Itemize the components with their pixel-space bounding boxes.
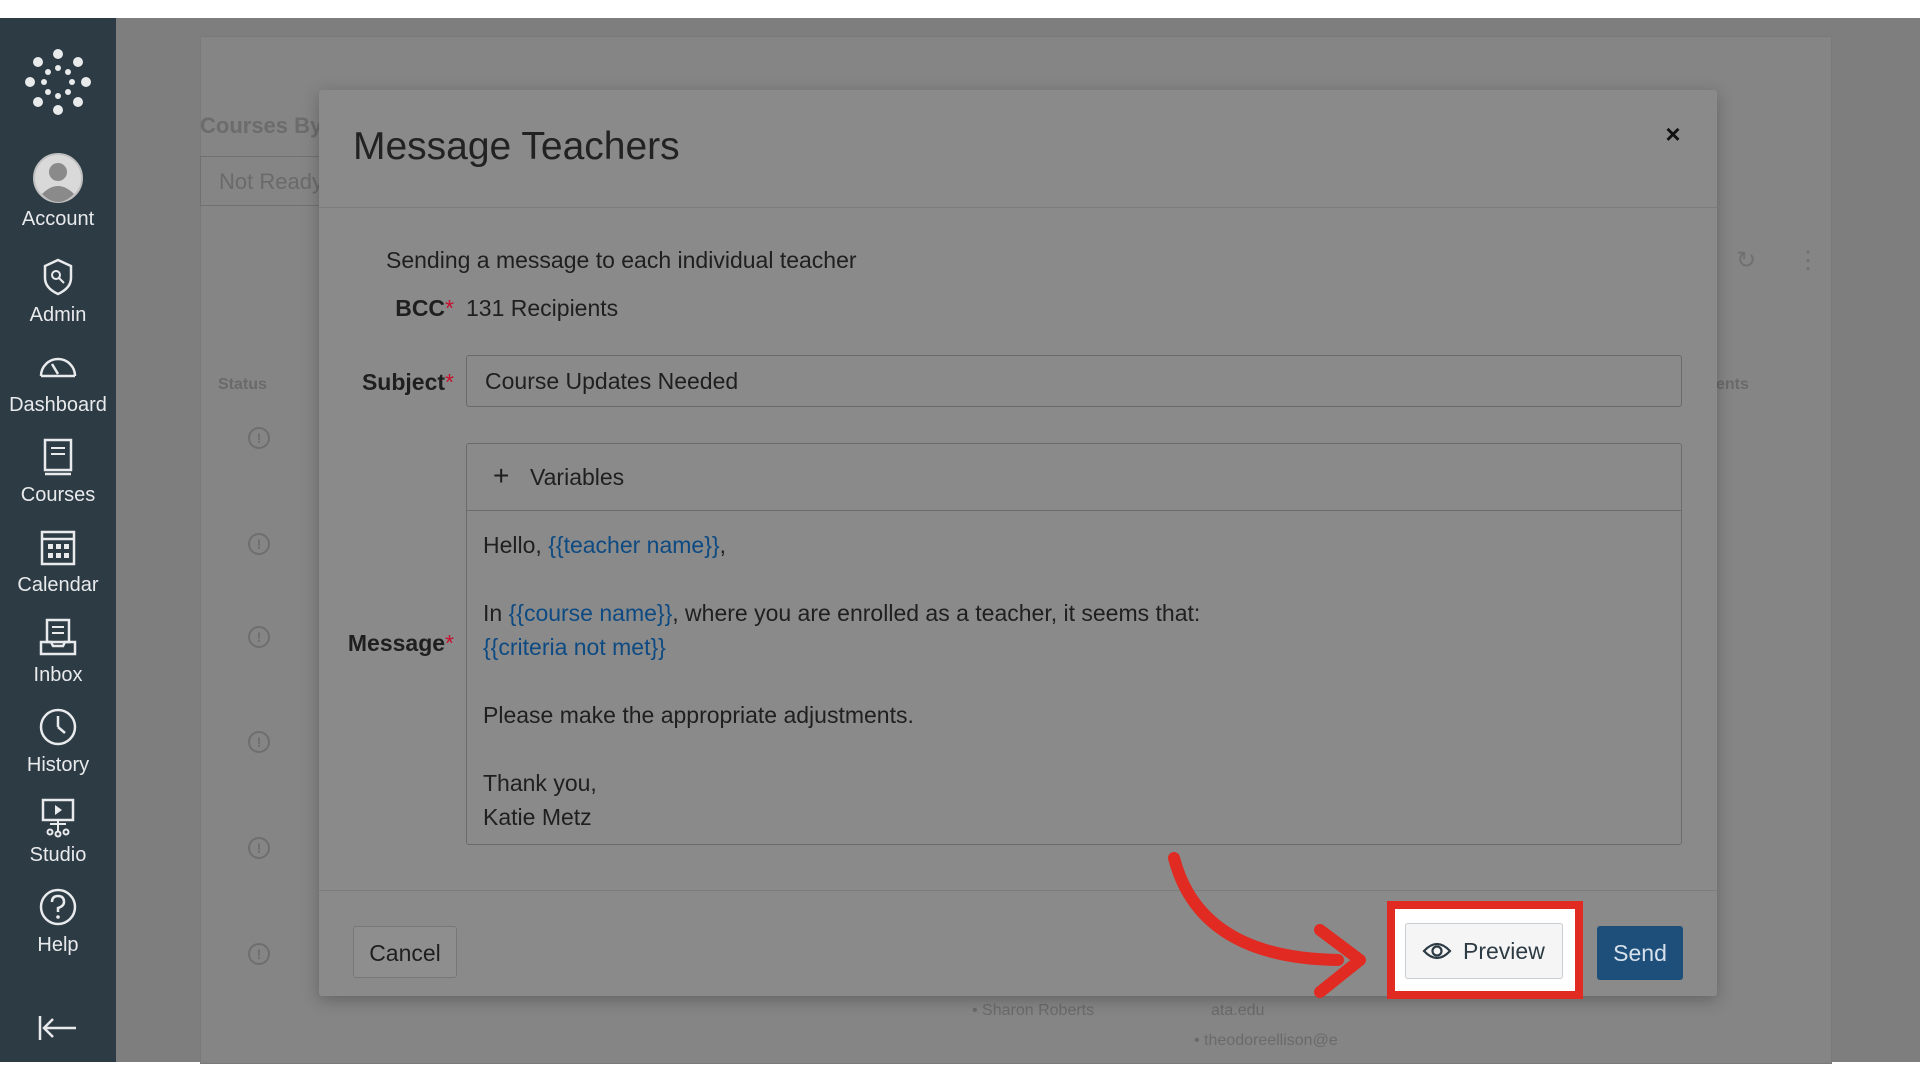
nav-label: Dashboard xyxy=(9,394,107,416)
eye-icon xyxy=(1422,942,1452,960)
message-label: Message* xyxy=(347,630,454,656)
nav-label: History xyxy=(26,754,90,776)
collapse-nav-icon[interactable] xyxy=(36,1013,80,1043)
nav-label: Courses xyxy=(20,484,96,506)
teacher-name-variable: {{teacher name}} xyxy=(548,532,720,558)
bcc-label: BCC* xyxy=(395,295,454,321)
admin-icon xyxy=(43,258,73,296)
variables-button[interactable]: Variables xyxy=(530,464,624,491)
nav-item-inbox[interactable]: Inbox xyxy=(0,614,116,687)
close-button[interactable]: × xyxy=(1657,118,1689,150)
calendar-icon xyxy=(40,530,76,566)
plus-icon: + xyxy=(493,460,510,491)
message-line: In {{course name}}, where you are enroll… xyxy=(483,600,1201,626)
send-button[interactable]: Send xyxy=(1597,926,1683,980)
nav-item-help[interactable]: Help xyxy=(0,884,116,957)
message-line: Thank you, xyxy=(483,770,597,796)
nav-item-studio[interactable]: Studio xyxy=(0,794,116,867)
bcc-recipients: 131 Recipients xyxy=(466,295,619,321)
background-title: Courses By xyxy=(200,113,323,138)
status-column-header: Status xyxy=(218,376,267,393)
nav-item-dashboard[interactable]: Dashboard xyxy=(0,344,116,417)
cancel-button[interactable]: Cancel xyxy=(353,926,457,978)
warning-icon: ! xyxy=(248,427,270,449)
nav-item-courses[interactable]: Courses xyxy=(0,434,116,507)
account-icon xyxy=(33,153,83,203)
nav-label: Admin xyxy=(29,304,87,326)
inbox-icon xyxy=(39,618,77,656)
nav-label: Help xyxy=(37,934,79,956)
annotation-arrow-icon xyxy=(1168,852,1366,998)
message-teachers-modal: Message Teachers × Sending a message to … xyxy=(319,90,1717,996)
intro-text: Sending a message to each individual tea… xyxy=(386,247,857,273)
nav-item-calendar[interactable]: Calendar xyxy=(0,524,116,597)
global-nav: Account Admin Dashboard Courses Calendar… xyxy=(0,18,116,1062)
variables-toolbar[interactable]: + Variables xyxy=(467,444,1681,511)
list-item: • theodoreellison@e xyxy=(1194,1032,1338,1049)
warning-icon: ! xyxy=(248,837,270,859)
column-header-partial: ents xyxy=(1716,376,1749,393)
more-icon: ⋮ xyxy=(1796,247,1820,274)
canvas-logo-icon[interactable] xyxy=(22,46,94,118)
message-body[interactable]: Hello, {{teacher name}}, In {{course nam… xyxy=(483,528,1200,834)
warning-icon: ! xyxy=(248,943,270,965)
message-line: Katie Metz xyxy=(483,804,592,830)
preview-button[interactable]: Preview xyxy=(1405,923,1563,979)
warning-icon: ! xyxy=(248,533,270,555)
courses-icon xyxy=(43,438,73,476)
nav-item-history[interactable]: History xyxy=(0,704,116,777)
nav-item-admin[interactable]: Admin xyxy=(0,254,116,327)
nav-label: Calendar xyxy=(17,574,99,596)
app-frame: Account Admin Dashboard Courses Calendar… xyxy=(0,18,1920,1064)
modal-title: Message Teachers xyxy=(353,125,680,168)
studio-icon xyxy=(41,798,75,838)
help-icon xyxy=(39,888,77,926)
preview-label: Preview xyxy=(1463,938,1545,964)
criteria-variable: {{criteria not met}} xyxy=(483,634,666,660)
message-line: Please make the appropriate adjustments. xyxy=(483,702,914,728)
nav-label: Inbox xyxy=(33,664,83,686)
dashboard-icon xyxy=(39,357,77,378)
warning-icon: ! xyxy=(248,731,270,753)
message-editor[interactable]: + Variables Hello, {{teacher name}}, In … xyxy=(466,443,1682,845)
course-name-variable: {{course name}} xyxy=(508,600,673,626)
subject-input[interactable]: Course Updates Needed xyxy=(466,355,1682,407)
refresh-icon: ↻ xyxy=(1736,247,1757,274)
warning-icon: ! xyxy=(248,626,270,648)
subject-label: Subject* xyxy=(361,369,454,395)
list-item: • Sharon Roberts xyxy=(972,1002,1095,1019)
history-icon xyxy=(39,708,77,746)
nav-label: Studio xyxy=(29,844,87,866)
nav-item-account[interactable]: Account xyxy=(0,152,116,231)
nav-label: Account xyxy=(21,208,95,230)
message-line: Hello, {{teacher name}}, xyxy=(483,532,726,558)
modal-header: Message Teachers × xyxy=(319,90,1717,208)
